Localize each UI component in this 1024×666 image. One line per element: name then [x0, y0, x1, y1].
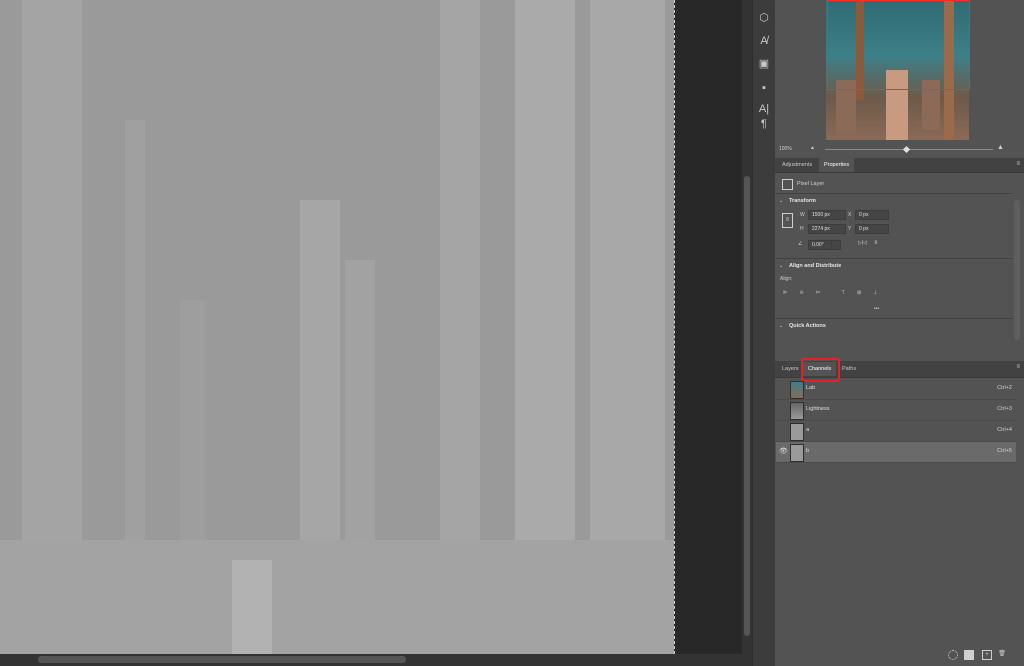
divider	[775, 318, 1013, 319]
character-style-icon[interactable]: A̸	[756, 33, 772, 49]
angle-dropdown[interactable]	[831, 240, 841, 250]
eye-icon[interactable]: 👁	[779, 447, 788, 455]
align-left-edges-icon[interactable]: ⊫	[783, 290, 787, 296]
channel-shortcut: Ctrl+3	[997, 406, 1012, 412]
height-field[interactable]: 2274 px	[808, 224, 846, 234]
height-label: H	[800, 226, 804, 232]
channel-row-a[interactable]: a Ctrl+4	[776, 421, 1016, 442]
align-bottom-edges-icon[interactable]: ⊥	[873, 290, 877, 296]
channel-row-lightness[interactable]: Lightness Ctrl+3	[776, 400, 1016, 421]
load-selection-icon[interactable]	[948, 650, 958, 660]
properties-scrollbar[interactable]	[1014, 200, 1020, 340]
zoom-out-icon[interactable]: ▲	[810, 145, 816, 151]
panel-menu-icon[interactable]: ≡	[1016, 364, 1020, 370]
new-channel-icon[interactable]: +	[982, 650, 992, 660]
chevron-down-icon[interactable]: ⌄	[779, 198, 783, 204]
channel-thumbnail	[790, 423, 804, 441]
channel-thumbnail	[790, 444, 804, 462]
y-field[interactable]: 0 px	[855, 224, 889, 234]
tab-layers[interactable]: Layers	[777, 362, 804, 376]
divider	[775, 193, 1013, 194]
horizontal-scrollbar-thumb[interactable]	[38, 656, 406, 663]
align-label: Align:	[780, 276, 793, 282]
properties-tabbar: Adjustments Properties ≡	[775, 158, 1024, 173]
zoom-in-icon[interactable]: ▲	[997, 144, 1004, 151]
more-options-icon[interactable]: •••	[874, 306, 879, 312]
flip-vertical-icon[interactable]: ⊻	[874, 240, 878, 246]
channel-name: b	[806, 448, 810, 454]
channel-row-lab[interactable]: Lab Ctrl+2	[776, 379, 1016, 400]
channel-name: a	[806, 427, 810, 433]
vertical-scrollbar-thumb[interactable]	[744, 176, 750, 636]
channel-thumbnail	[790, 381, 804, 399]
save-selection-icon[interactable]	[964, 650, 974, 660]
link-dimensions-icon[interactable]: 8	[782, 213, 793, 228]
tab-paths[interactable]: Paths	[837, 362, 861, 376]
channel-shortcut: Ctrl+5	[997, 448, 1012, 454]
channel-name: Lab	[806, 385, 816, 391]
channels-footer: + 🗑	[940, 650, 1020, 662]
align-vertical-centers-icon[interactable]: ⊞	[857, 290, 861, 296]
panel-menu-icon[interactable]: ≡	[1016, 161, 1020, 167]
channel-thumbnail	[790, 402, 804, 420]
channel-shortcut: Ctrl+4	[997, 427, 1012, 433]
canvas-area[interactable]	[0, 0, 742, 654]
panel-icon-strip	[752, 0, 776, 666]
layer-kind-label: Pixel Layer	[797, 181, 825, 187]
tab-adjustments[interactable]: Adjustments	[777, 158, 817, 172]
divider	[775, 258, 1013, 259]
angle-icon: ∠	[798, 241, 803, 247]
channel-shortcut: Ctrl+2	[997, 385, 1012, 391]
tab-properties[interactable]: Properties	[819, 158, 855, 172]
align-section-title[interactable]: Align and Distribute	[789, 263, 841, 269]
libraries-icon[interactable]: ▪	[756, 80, 772, 96]
quick-actions-section-title[interactable]: Quick Actions	[789, 323, 826, 329]
x-label: X	[848, 212, 852, 218]
navigator-zoom-label[interactable]: 100%	[779, 146, 792, 152]
canvas-edge-marquee	[674, 0, 676, 654]
paragraph-icon[interactable]: ¶	[756, 116, 772, 132]
channel-row-b[interactable]: 👁 b Ctrl+5	[776, 442, 1016, 463]
flip-horizontal-icon[interactable]: ▷|◁	[858, 240, 867, 246]
x-field[interactable]: 0 px	[855, 210, 889, 220]
align-top-edges-icon[interactable]: ⊤	[841, 290, 845, 296]
align-horizontal-centers-icon[interactable]: ⊪	[800, 290, 804, 296]
width-field[interactable]: 1500 px	[808, 210, 846, 220]
document-canvas[interactable]	[0, 0, 674, 654]
swatches-icon[interactable]: ▣	[756, 56, 772, 72]
pixel-layer-icon	[782, 179, 793, 190]
delete-channel-icon[interactable]: 🗑	[998, 650, 1006, 658]
channel-name: Lightness	[806, 406, 830, 412]
width-label: W	[800, 212, 805, 218]
character-icon[interactable]: A|	[756, 101, 772, 117]
align-right-edges-icon[interactable]: ⊨	[816, 290, 820, 296]
transform-section-title[interactable]: Transform	[789, 198, 816, 204]
chevron-down-icon[interactable]: ⌄	[779, 263, 783, 269]
3d-icon[interactable]: ⬡	[756, 10, 772, 26]
chevron-down-icon[interactable]: ⌄	[779, 323, 783, 329]
navigator-view-rectangle[interactable]	[827, 0, 970, 90]
y-label: Y	[848, 226, 852, 232]
